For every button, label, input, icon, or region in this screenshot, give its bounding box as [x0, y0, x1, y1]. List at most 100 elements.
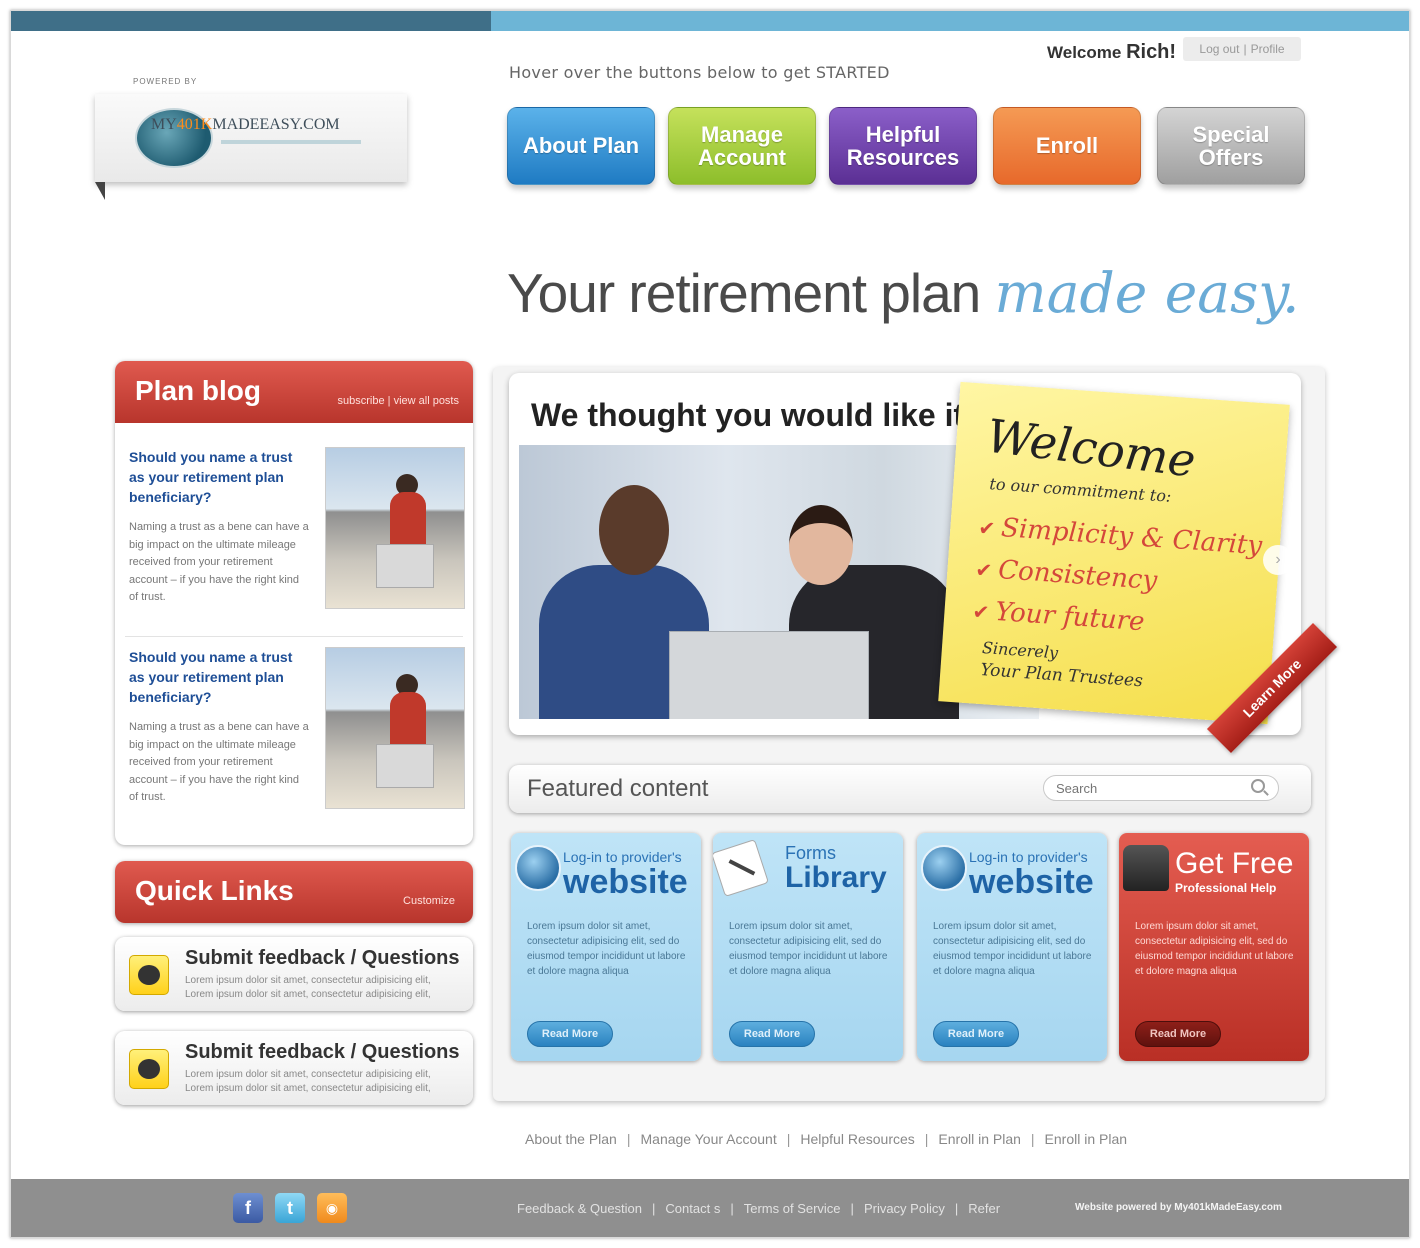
- note-signoff: Sincerely: [981, 638, 1059, 663]
- tile-title: Library: [785, 861, 887, 894]
- customize-link[interactable]: Customize: [403, 895, 455, 907]
- search-icon[interactable]: [1251, 779, 1265, 793]
- profile-link[interactable]: Profile: [1251, 42, 1285, 56]
- hero-banner: We thought you would like it! Welcome to…: [509, 373, 1338, 754]
- page-frame: Welcome Rich! Log out | Profile POWERED …: [10, 10, 1410, 1238]
- note-item: ✔ Your future: [972, 595, 1146, 637]
- footer-link-manage[interactable]: Manage Your Account: [641, 1131, 777, 1147]
- speech-bubble-icon: [129, 955, 169, 995]
- post-divider: [125, 636, 463, 637]
- provider-website-tile[interactable]: Log-in to provider's website Lorem ipsum…: [917, 833, 1107, 1061]
- rss-icon[interactable]: ◉: [317, 1193, 347, 1223]
- powered-by-text: Website powered by My401kMadeEasy.com: [1075, 1202, 1282, 1213]
- helpful-resources-button[interactable]: Helpful Resources: [829, 107, 977, 185]
- note-item: ✔ Consistency: [974, 553, 1159, 597]
- person-body: [390, 692, 426, 752]
- link-separator: |: [1243, 42, 1247, 56]
- laptop: [376, 544, 434, 588]
- man-head: [599, 485, 669, 575]
- hover-instruction: Hover over the buttons below to get STAR…: [509, 63, 890, 82]
- blog-post-excerpt: Naming a trust as a bene can have a big …: [129, 521, 309, 603]
- link-separator: |: [850, 1201, 854, 1216]
- blog-subscribe-links[interactable]: subscribe | view all posts: [338, 395, 459, 407]
- search-input[interactable]: [1043, 775, 1279, 801]
- quick-links-header: Quick Links Customize: [115, 861, 473, 923]
- about-plan-button[interactable]: About Plan: [507, 107, 655, 185]
- bottom-bar: f t ◉ Feedback & Question | Contact s | …: [11, 1179, 1409, 1237]
- forms-library-tile[interactable]: Forms Library Lorem ipsum dolor sit amet…: [713, 833, 903, 1061]
- powered-label: POWERED BY: [133, 77, 198, 86]
- footer-link-about[interactable]: About the Plan: [525, 1131, 617, 1147]
- link-separator: |: [652, 1201, 656, 1216]
- blog-post: Should you name a trust as your retireme…: [129, 447, 465, 617]
- footer-link-enroll[interactable]: Enroll in Plan: [938, 1131, 1021, 1147]
- read-more-button[interactable]: Read More: [527, 1021, 613, 1047]
- top-color-bar: [11, 11, 1409, 31]
- bubble-shape: [138, 965, 160, 985]
- facebook-icon[interactable]: f: [233, 1193, 263, 1223]
- terms-link[interactable]: Terms of Service: [744, 1201, 841, 1216]
- logo-text-main: MADEEASY.COM: [212, 116, 340, 133]
- provider-website-tile[interactable]: Log-in to provider's website Lorem ipsum…: [511, 833, 701, 1061]
- note-item: ✔ Simplicity & Clarity: [977, 512, 1263, 562]
- logo-text-accent: 401K: [176, 116, 213, 133]
- tile-title: Professional Help: [1175, 881, 1277, 895]
- checkmark-icon: ✔: [971, 599, 991, 625]
- person-body: [390, 492, 426, 552]
- tile-title: website: [969, 863, 1094, 901]
- checkmark-icon: ✔: [974, 557, 994, 583]
- read-more-button[interactable]: Read More: [933, 1021, 1019, 1047]
- read-more-button[interactable]: Read More: [1135, 1021, 1221, 1047]
- refer-link[interactable]: Refer: [968, 1201, 1000, 1216]
- enroll-button[interactable]: Enroll: [993, 107, 1141, 185]
- footer-nav: About the Plan | Manage Your Account | H…: [525, 1131, 1127, 1147]
- logout-link[interactable]: Log out: [1199, 42, 1239, 56]
- checkmark-icon: ✔: [977, 515, 997, 541]
- laptop: [669, 631, 869, 719]
- page-headline: Your retirement plan made easy.: [507, 261, 1300, 325]
- logo-tagline: [221, 140, 361, 144]
- logo-flap: [95, 182, 105, 200]
- twitter-icon[interactable]: t: [275, 1193, 305, 1223]
- blog-post: Should you name a trust as your retireme…: [129, 647, 465, 817]
- notepad-pen-icon: [713, 839, 769, 897]
- note-item-text: Your future: [994, 596, 1146, 638]
- footer-link-enroll-2[interactable]: Enroll in Plan: [1045, 1131, 1128, 1147]
- tile-description: Lorem ipsum dolor sit amet, consectetur …: [729, 921, 888, 977]
- blog-header: Plan blog subscribe | view all posts: [115, 361, 473, 423]
- blog-post-image[interactable]: [325, 447, 465, 609]
- special-offers-button[interactable]: Special Offers: [1157, 107, 1305, 185]
- advisor-icon: [1123, 845, 1169, 891]
- link-separator: |: [730, 1201, 734, 1216]
- read-more-button[interactable]: Read More: [729, 1021, 815, 1047]
- featured-content-bar: Featured content: [509, 765, 1311, 813]
- contact-link[interactable]: Contact s: [665, 1201, 720, 1216]
- speech-bubble-icon: [129, 1049, 169, 1089]
- woman-head: [789, 505, 853, 585]
- feedback-link[interactable]: Feedback & Question: [517, 1201, 642, 1216]
- top-bar-dark: [11, 11, 491, 31]
- note-item-text: Simplicity & Clarity: [1000, 513, 1263, 562]
- user-name: Rich!: [1126, 41, 1177, 63]
- logo[interactable]: MY401KMADEEASY.COM: [95, 94, 407, 200]
- footer-link-helpful[interactable]: Helpful Resources: [800, 1131, 914, 1147]
- privacy-link[interactable]: Privacy Policy: [864, 1201, 945, 1216]
- account-links: Log out | Profile: [1183, 37, 1301, 61]
- feedback-quick-link[interactable]: Submit feedback / Questions Lorem ipsum …: [115, 937, 473, 1011]
- link-separator: |: [924, 1131, 929, 1147]
- next-slide-icon[interactable]: ›: [1263, 545, 1293, 575]
- blog-post-image[interactable]: [325, 647, 465, 809]
- professional-help-tile[interactable]: Get Free Professional Help Lorem ipsum d…: [1119, 833, 1309, 1061]
- blog-post-excerpt: Naming a trust as a bene can have a big …: [129, 721, 309, 803]
- logo-block: POWERED BY MY401KMADEEASY.COM: [95, 77, 407, 200]
- quick-link-title: Submit feedback / Questions: [185, 947, 460, 969]
- link-separator: |: [1030, 1131, 1035, 1147]
- blog-post-title[interactable]: Should you name a trust as your retireme…: [129, 647, 309, 707]
- blog-title: Plan blog: [135, 375, 261, 406]
- manage-account-button[interactable]: Manage Account: [668, 107, 816, 185]
- note-item-text: Consistency: [997, 555, 1159, 597]
- tile-subtitle: Get Free: [1175, 847, 1294, 880]
- quick-link-title: Submit feedback / Questions: [185, 1041, 460, 1063]
- blog-post-title[interactable]: Should you name a trust as your retireme…: [129, 447, 309, 507]
- feedback-quick-link[interactable]: Submit feedback / Questions Lorem ipsum …: [115, 1031, 473, 1105]
